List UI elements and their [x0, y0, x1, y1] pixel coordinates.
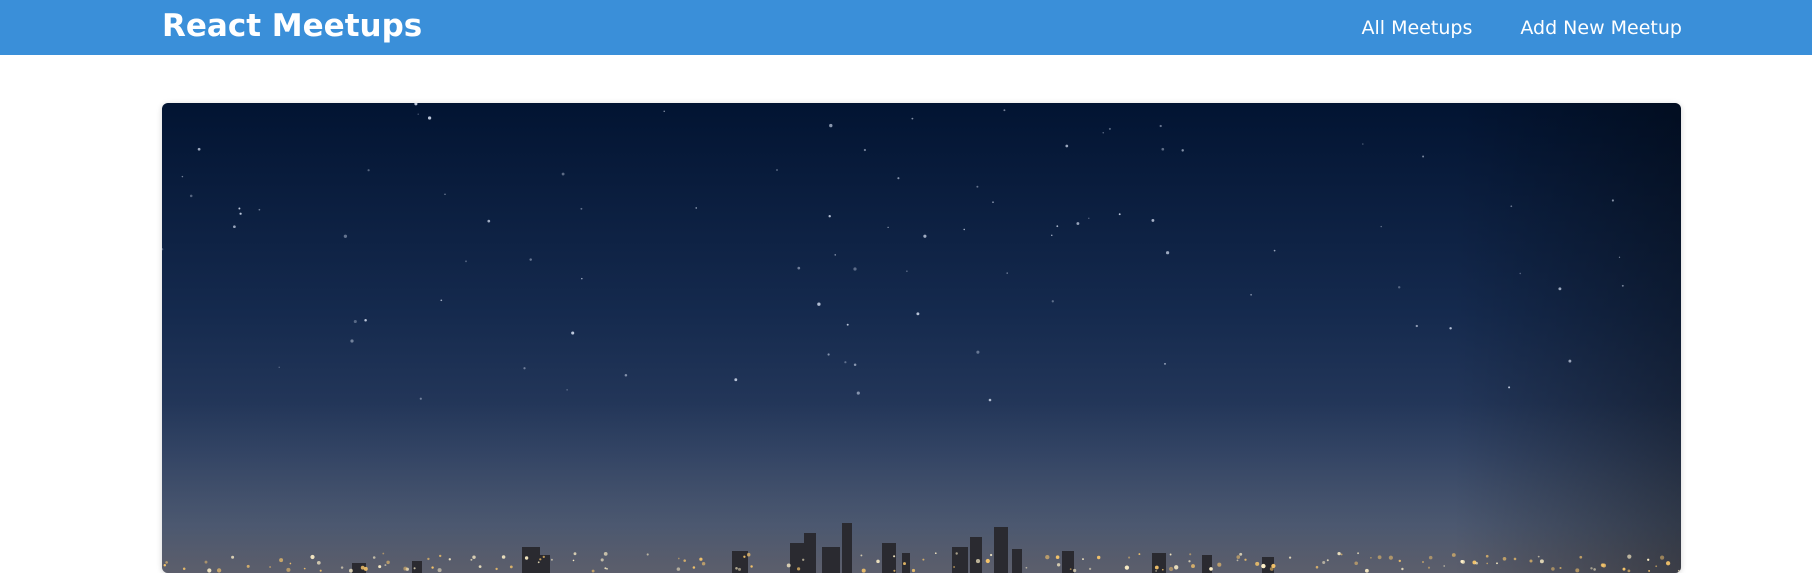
top-nav-bar: React Meetups All Meetups Add New Meetup [0, 0, 1812, 55]
main-navigation: All Meetups Add New Meetup [1362, 0, 1682, 55]
nav-link-all-meetups[interactable]: All Meetups [1362, 17, 1473, 39]
nav-link-add-new-meetup[interactable]: Add New Meetup [1520, 17, 1682, 39]
meetup-card[interactable] [162, 103, 1681, 573]
meetup-image [162, 103, 1681, 573]
app-logo[interactable]: React Meetups [162, 6, 422, 46]
